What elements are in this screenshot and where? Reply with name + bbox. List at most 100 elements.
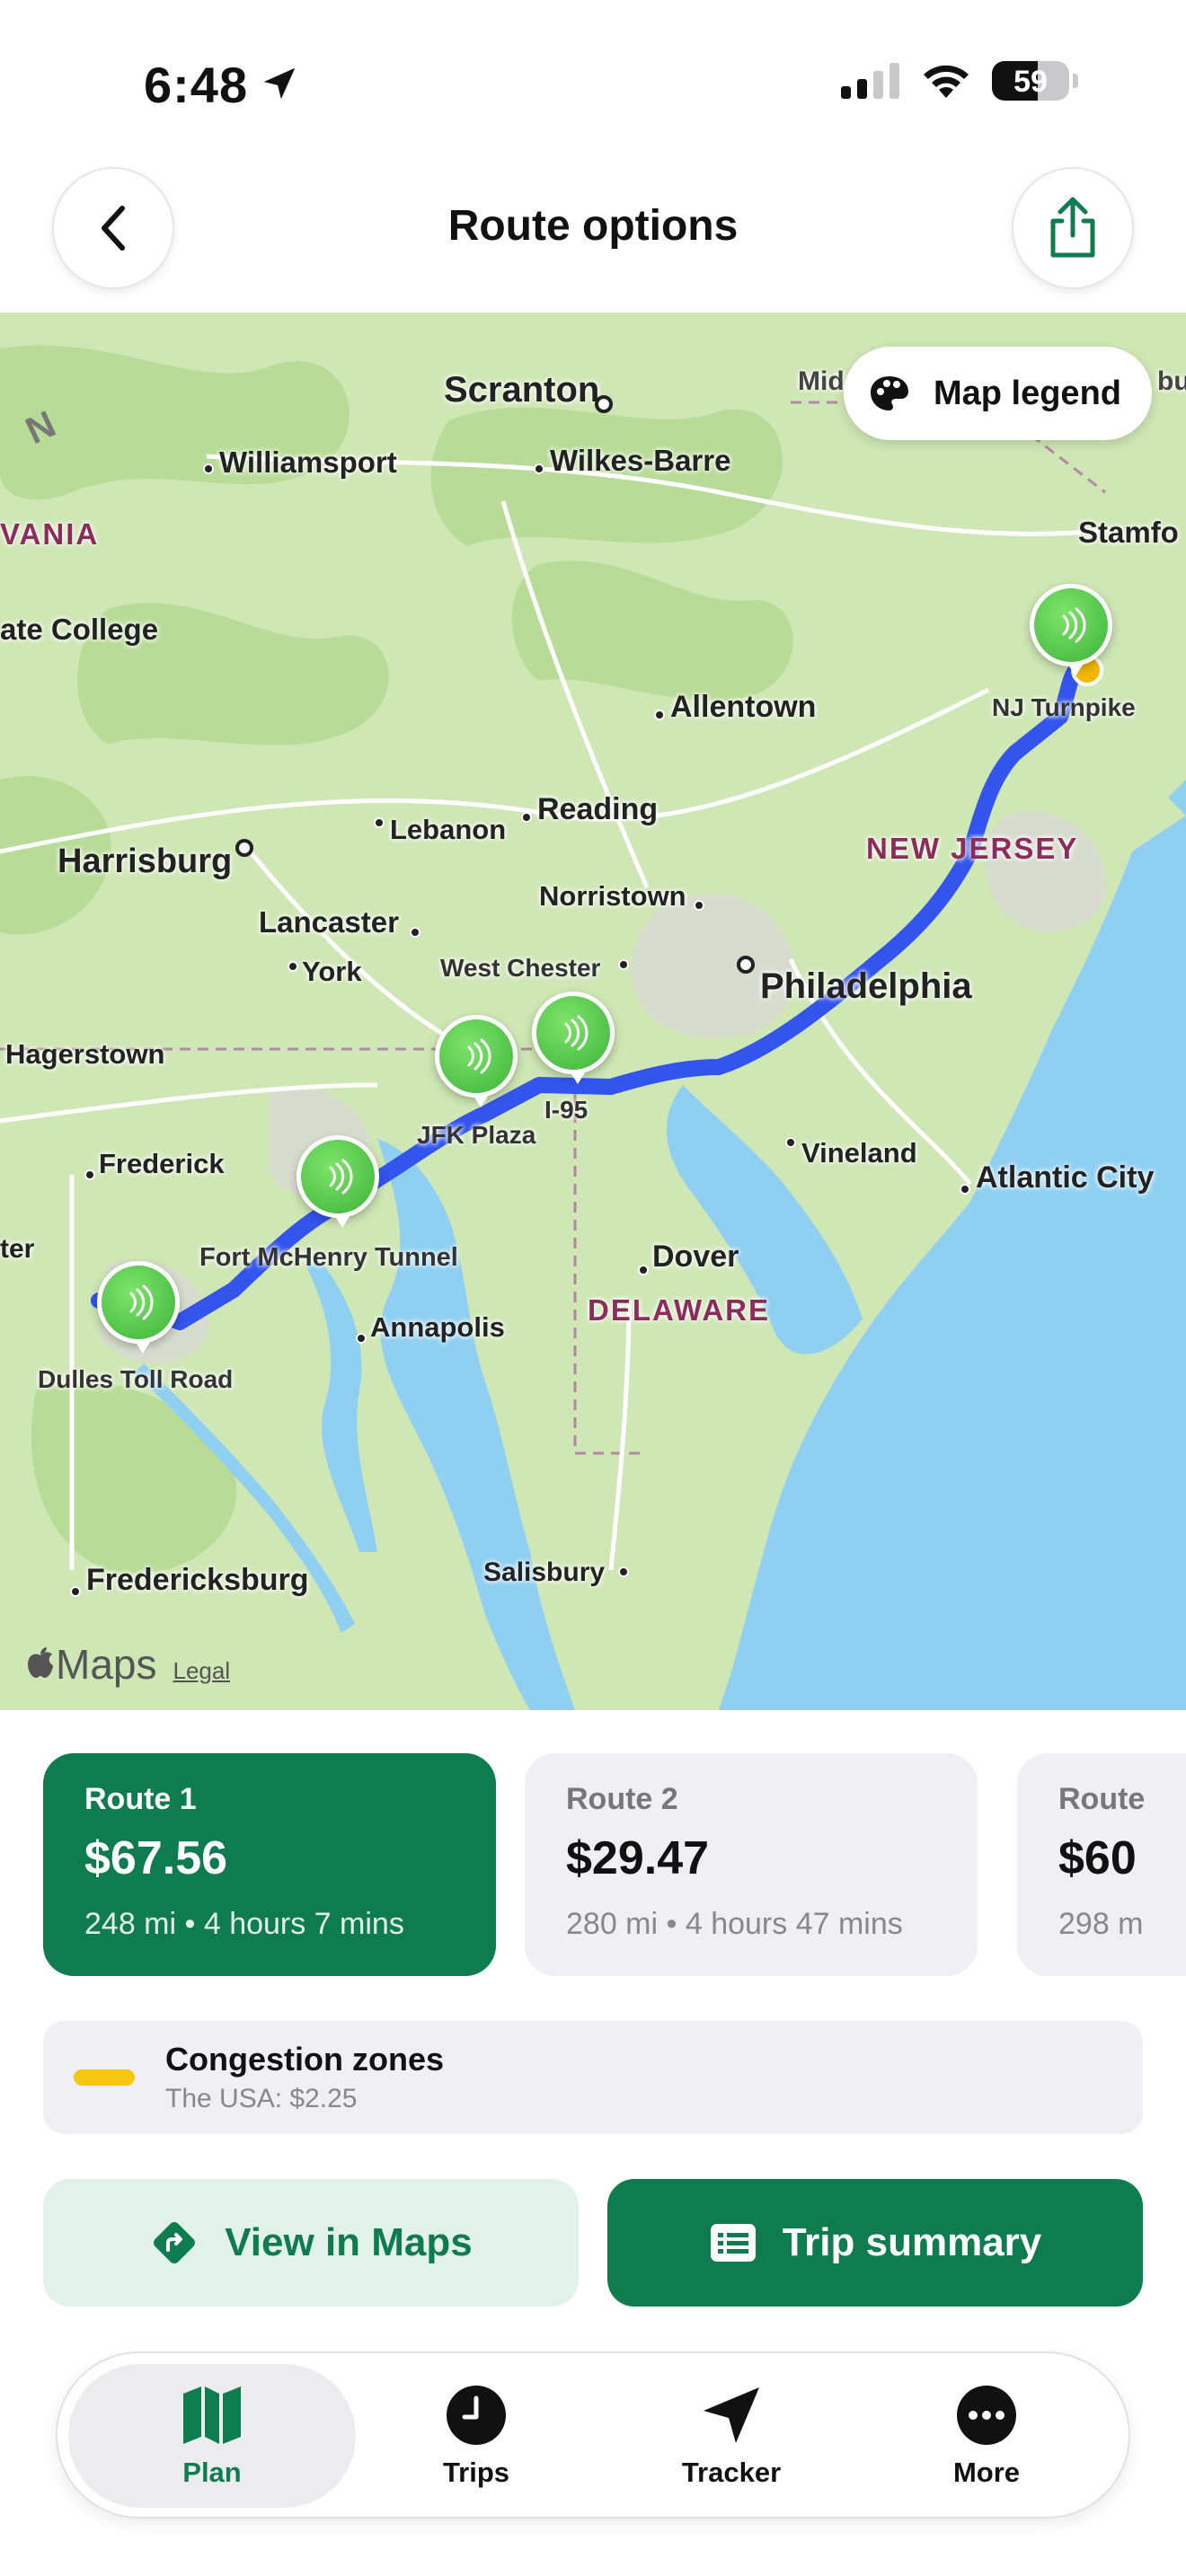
map-label-atlantic-city: Atlantic City (976, 1160, 1155, 1195)
map-label-fredericksburg: Fredericksburg (86, 1563, 309, 1597)
map-label-allentown: Allentown (670, 690, 817, 724)
battery-level: 59 (1013, 65, 1048, 99)
map-label-williamsport: Williamsport (219, 446, 397, 479)
status-bar: 6:48 59 (0, 0, 1186, 162)
route-price: $29.47 (566, 1832, 710, 1884)
share-icon (1050, 197, 1095, 258)
route-meta: 280 mi • 4 hours 47 mins (566, 1907, 903, 1941)
location-arrow-icon (699, 2383, 764, 2448)
maps-attribution: Maps Legal (27, 1640, 230, 1689)
tab-bar: Plan Trips Tracker More (56, 2351, 1130, 2519)
city-marker (521, 812, 532, 823)
page-title: Route options (447, 202, 739, 250)
map-legend-button[interactable]: Map legend (843, 347, 1152, 440)
toll-marker[interactable] (296, 1135, 379, 1228)
tab-more[interactable]: More (843, 2364, 1130, 2508)
city-marker (70, 1586, 81, 1597)
route-card-2[interactable]: Route 2 $29.47 280 mi • 4 hours 47 mins (525, 1753, 978, 1976)
city-marker (203, 463, 214, 474)
congestion-zones-panel: Congestion zones The USA: $2.25 (43, 2021, 1143, 2134)
toll-marker[interactable] (435, 1015, 518, 1107)
city-marker (235, 839, 253, 857)
view-in-maps-button[interactable]: View in Maps (43, 2179, 579, 2307)
map-label-state-college: ate College (0, 613, 159, 646)
header: Route options (0, 162, 1186, 313)
map-label-wilkes-barre: Wilkes-Barre (550, 444, 731, 477)
city-marker (84, 1169, 95, 1180)
toll-marker[interactable] (97, 1261, 180, 1354)
map-label-dover: Dover (652, 1239, 739, 1274)
tab-label: Plan (182, 2457, 242, 2488)
city-marker (595, 395, 613, 413)
battery-cap (1073, 74, 1078, 88)
palette-icon (870, 376, 908, 410)
map-label-philadelphia: Philadelphia (760, 966, 972, 1006)
clock-icon (444, 2383, 509, 2448)
tab-tracker[interactable]: Tracker (588, 2364, 875, 2508)
map-label-fort-mchenry-tunnel: Fort McHenry Tunnel (199, 1243, 458, 1272)
apple-logo-icon (28, 1647, 53, 1678)
city-marker (654, 710, 665, 720)
ellipsis-icon (954, 2383, 1019, 2448)
toll-signal-icon (467, 1038, 491, 1074)
route-map[interactable]: N Map legend Scranton Mid bu Williamspor… (0, 313, 1186, 1710)
tab-label: More (952, 2457, 1021, 2488)
map-label-lancaster: Lancaster (259, 905, 399, 939)
map-label-new-jersey: NEW JERSEY (866, 832, 1079, 865)
map-label-hagerstown: Hagerstown (5, 1038, 165, 1070)
status-indicators: 59 (841, 61, 1078, 101)
cellular-signal-icon (841, 63, 899, 99)
route-price: $67.56 (84, 1832, 228, 1884)
route-name: Route 1 (84, 1782, 197, 1816)
map-label-ter: ter (0, 1234, 35, 1264)
toll-marker[interactable] (1030, 584, 1112, 676)
city-marker (374, 817, 385, 828)
toll-marker[interactable] (532, 992, 615, 1084)
city-marker (737, 956, 755, 974)
route-meta: 248 mi • 4 hours 7 mins (84, 1907, 404, 1941)
battery-icon: 59 (992, 61, 1069, 101)
tab-label: Trips (442, 2457, 510, 2488)
toll-signal-icon (564, 1015, 589, 1051)
city-marker (534, 463, 544, 474)
map-label-york: York (302, 956, 362, 987)
map-label-jfk-plaza: JFK Plaza (417, 1121, 536, 1149)
map-label-bu: bu (1157, 366, 1186, 396)
toll-signal-icon (1062, 607, 1086, 643)
tab-plan[interactable]: Plan (68, 2364, 356, 2508)
map-label-mid: Mid (798, 366, 845, 396)
directions-icon (154, 2222, 196, 2263)
maps-attribution-text: Maps (56, 1641, 157, 1688)
route-options-carousel[interactable]: Route 1 $67.56 248 mi • 4 hours 7 mins R… (43, 1753, 1186, 1976)
city-marker (410, 927, 420, 938)
wifi-icon (924, 65, 969, 98)
map-label-west-chester: West Chester (440, 954, 601, 982)
city-marker (785, 1137, 796, 1148)
map-label-lebanon: Lebanon (390, 814, 507, 845)
status-time: 6:48 (144, 57, 249, 113)
view-in-maps-label: View in Maps (225, 2220, 473, 2264)
route-name: Route 2 (566, 1782, 678, 1816)
route-card-1[interactable]: Route 1 $67.56 248 mi • 4 hours 7 mins (43, 1753, 496, 1976)
route-meta: 298 m (1058, 1907, 1144, 1941)
tab-trips[interactable]: Trips (332, 2364, 620, 2508)
city-marker (288, 961, 298, 972)
location-services-icon (263, 67, 296, 100)
map-label-annapolis: Annapolis (370, 1311, 505, 1343)
trip-summary-button[interactable]: Trip summary (607, 2179, 1143, 2307)
map-label-reading: Reading (537, 792, 659, 826)
tab-label: Tracker (681, 2457, 782, 2488)
trip-summary-label: Trip summary (782, 2220, 1042, 2264)
map-label-dulles-toll-road: Dulles Toll Road (38, 1365, 234, 1393)
route-card-3[interactable]: Route $60 298 m (1017, 1753, 1186, 1976)
map-label-vania: VANIA (0, 517, 100, 551)
city-marker (618, 959, 629, 970)
congestion-title: Congestion zones (165, 2041, 445, 2078)
map-label-nj-turnpike: NJ Turnpike (992, 693, 1136, 721)
city-marker (960, 1184, 970, 1195)
map-label-norristown: Norristown (539, 880, 686, 912)
route-price: $60 (1058, 1832, 1137, 1884)
congestion-subtitle: The USA: $2.25 (165, 2084, 358, 2113)
legal-link[interactable]: Legal (173, 1657, 230, 1685)
share-button[interactable] (1012, 167, 1134, 289)
